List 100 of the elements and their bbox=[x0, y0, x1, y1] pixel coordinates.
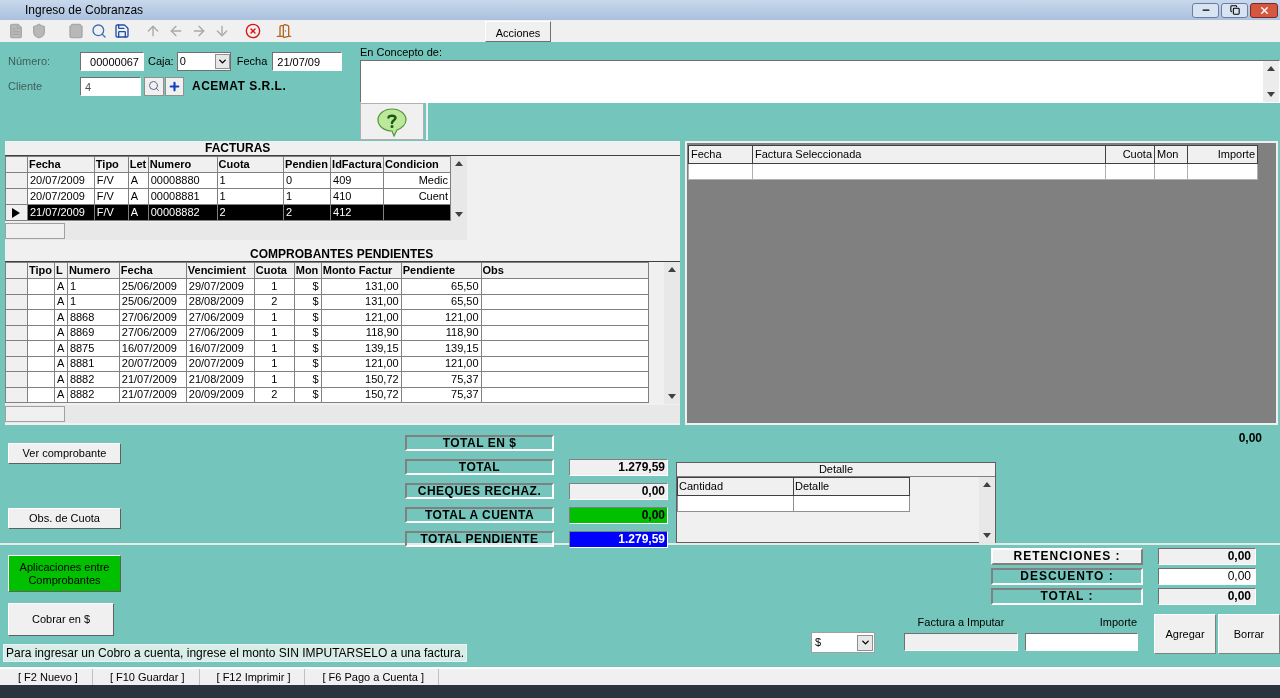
total-label: TOTAL bbox=[405, 459, 554, 475]
table-cell: 1 bbox=[254, 278, 295, 294]
column-header[interactable]: Mon bbox=[1154, 145, 1188, 163]
column-header[interactable]: Vencimient bbox=[186, 262, 255, 279]
minimize-button[interactable] bbox=[1192, 2, 1219, 18]
table-cell bbox=[27, 325, 55, 341]
applications-button[interactable]: Aplicaciones entre Comprobantes bbox=[8, 555, 121, 592]
side-button[interactable]: Obs. de Cuota bbox=[8, 508, 121, 529]
table-cell: 139,15 bbox=[321, 340, 402, 356]
table-cell: A bbox=[54, 371, 68, 387]
table-cell: $ bbox=[294, 387, 322, 403]
help-icon bbox=[376, 106, 408, 137]
summary-value[interactable]: 0,00 bbox=[1158, 548, 1256, 565]
table-cell bbox=[27, 356, 55, 372]
table-cell: F/V bbox=[94, 204, 129, 221]
column-header[interactable]: Fecha bbox=[27, 156, 95, 173]
column-header[interactable]: Let bbox=[128, 156, 149, 173]
summary-label: TOTAL : bbox=[991, 588, 1143, 605]
column-header[interactable]: Pendien bbox=[283, 156, 331, 173]
action-button[interactable]: Agregar bbox=[1154, 614, 1216, 654]
column-header[interactable]: Detalle bbox=[793, 477, 910, 495]
column-header[interactable]: Factura Seleccionada bbox=[752, 145, 1106, 163]
concept-textarea[interactable] bbox=[360, 60, 1280, 103]
table-cell: A bbox=[128, 204, 149, 221]
column-header[interactable]: Tipo bbox=[27, 262, 55, 279]
scroll-down-icon[interactable] bbox=[668, 394, 676, 399]
action-button[interactable]: Borrar bbox=[1218, 614, 1280, 654]
table-cell: 20/09/2009 bbox=[186, 387, 255, 403]
field-label: En Concepto de: bbox=[360, 45, 443, 58]
column-header[interactable]: Fecha bbox=[119, 262, 187, 279]
scroll-up-icon[interactable] bbox=[983, 482, 991, 487]
actions-button[interactable]: Acciones bbox=[485, 20, 551, 42]
table-cell: A bbox=[54, 340, 68, 356]
table-cell: 131,00 bbox=[321, 294, 402, 310]
scroll-up-icon[interactable] bbox=[668, 267, 676, 272]
table-cell bbox=[27, 278, 55, 294]
column-header[interactable]: Obs bbox=[481, 262, 649, 279]
table-cell: A bbox=[54, 278, 68, 294]
table-cell: 21/08/2009 bbox=[186, 371, 255, 387]
scroll-up-icon[interactable] bbox=[1267, 66, 1275, 71]
column-header[interactable]: Pendiente bbox=[401, 262, 482, 279]
column-header[interactable]: Monto Factur bbox=[321, 262, 402, 279]
client-field[interactable]: 4 bbox=[80, 76, 141, 96]
column-header[interactable]: Fecha bbox=[688, 145, 753, 163]
scrollbar[interactable] bbox=[979, 477, 995, 543]
cash-dropdown[interactable]: 0 bbox=[176, 51, 231, 71]
table-cell: 21/07/2009 bbox=[119, 387, 187, 403]
number-field[interactable]: 00000067 bbox=[80, 51, 144, 71]
summary-label: RETENCIONES : bbox=[991, 548, 1143, 565]
section-title: FACTURAS bbox=[205, 142, 272, 155]
column-header[interactable]: Numero bbox=[67, 262, 120, 279]
table-cell: 2 bbox=[254, 387, 295, 403]
table-cell: 75,37 bbox=[401, 387, 482, 403]
column-header[interactable]: Tipo bbox=[94, 156, 129, 173]
amount-field[interactable] bbox=[1025, 633, 1138, 651]
table-cell: $ bbox=[294, 309, 322, 325]
column-header[interactable]: Condicion bbox=[383, 156, 451, 173]
column-header[interactable]: Cuota bbox=[1105, 145, 1155, 163]
table-cell: 20/07/2009 bbox=[186, 356, 255, 372]
help-button[interactable] bbox=[360, 103, 424, 140]
scroll-down-icon[interactable] bbox=[1267, 92, 1275, 97]
table-cell: A bbox=[54, 294, 68, 310]
table-cell: 65,50 bbox=[401, 294, 482, 310]
table-cell: 118,90 bbox=[401, 325, 482, 341]
total-label: TOTAL PENDIENTE bbox=[405, 531, 554, 547]
total-label: TOTAL A CUENTA bbox=[405, 507, 554, 523]
scrollbar[interactable] bbox=[451, 156, 467, 222]
currency-dropdown[interactable]: $ bbox=[811, 632, 875, 653]
table-cell: 8875 bbox=[67, 340, 120, 356]
restore-button[interactable] bbox=[1221, 2, 1248, 18]
table-cell: F/V bbox=[94, 172, 129, 189]
column-header[interactable]: Cuota bbox=[254, 262, 295, 279]
close-button[interactable] bbox=[1250, 2, 1278, 18]
scroll-down-icon[interactable] bbox=[455, 212, 463, 217]
side-button[interactable]: Ver comprobante bbox=[8, 443, 121, 464]
scrollbar[interactable] bbox=[664, 262, 680, 404]
invoice-field[interactable] bbox=[904, 633, 1018, 651]
table-cell: 1 bbox=[283, 188, 331, 205]
scroll-down-icon[interactable] bbox=[983, 533, 991, 538]
column-header[interactable]: Mon bbox=[294, 262, 322, 279]
table-cell: 8882 bbox=[67, 387, 120, 403]
column-header[interactable]: IdFactura bbox=[330, 156, 384, 173]
column-header[interactable]: Cuota bbox=[217, 156, 284, 173]
hint-text: Para ingresar un Cobro a cuenta, ingrese el monto SIN IMPUTARSELO a una factura. bbox=[3, 644, 467, 662]
column-header[interactable]: Numero bbox=[148, 156, 217, 173]
table-cell: 1 bbox=[217, 188, 284, 205]
scroll-up-icon[interactable] bbox=[455, 161, 463, 166]
table-cell: $ bbox=[294, 325, 322, 341]
add-client-icon[interactable] bbox=[165, 76, 184, 96]
date-field[interactable]: 21/07/09 bbox=[272, 51, 343, 71]
column-header[interactable]: Cantidad bbox=[677, 477, 794, 495]
column-header[interactable]: Importe bbox=[1187, 145, 1258, 163]
window-title: Ingreso de Cobranzas bbox=[25, 2, 144, 19]
scrollbar[interactable] bbox=[5, 405, 680, 423]
scrollbar[interactable] bbox=[5, 222, 467, 240]
table-cell: 150,72 bbox=[321, 387, 402, 403]
summary-value[interactable]: 0,00 bbox=[1158, 568, 1256, 585]
table-cell: 29/07/2009 bbox=[186, 278, 255, 294]
collect-button[interactable]: Cobrar en $ bbox=[8, 603, 114, 636]
summary-value[interactable]: 0,00 bbox=[1158, 588, 1256, 605]
